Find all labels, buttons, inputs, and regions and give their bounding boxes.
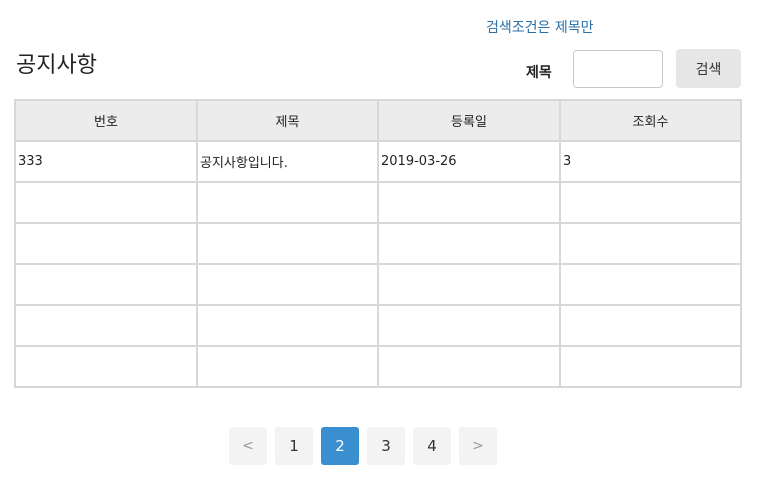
cell-number [14, 222, 198, 265]
cell-title [196, 222, 379, 265]
cell-date [377, 181, 561, 224]
cell-date [377, 304, 561, 347]
cell-date [377, 345, 561, 388]
cell-title [196, 263, 379, 306]
cell-title [196, 304, 379, 347]
cell-title[interactable]: 공지사항입니다. [196, 140, 379, 183]
page-button-3[interactable]: 3 [367, 427, 405, 465]
table-header-row: 번호 제목 등록일 조회수 [14, 99, 742, 142]
column-header-number: 번호 [14, 99, 198, 142]
cell-number [14, 304, 198, 347]
cell-views [559, 263, 742, 306]
table-row [14, 222, 742, 265]
cell-views: 3 [559, 140, 742, 183]
cell-number [14, 263, 198, 306]
cell-date [377, 222, 561, 265]
table-row [14, 263, 742, 306]
cell-date: 2019-03-26 [377, 140, 561, 183]
page-button-4[interactable]: 4 [413, 427, 451, 465]
table-row [14, 304, 742, 347]
search-button[interactable]: 검색 [676, 49, 741, 88]
table-row[interactable]: 333 공지사항입니다. 2019-03-26 3 [14, 140, 742, 183]
page-title: 공지사항 [16, 53, 97, 78]
notice-board-page: 검색조건은 제목만 공지사항 제목 검색 번호 제목 등록일 조회수 333 공… [0, 0, 758, 479]
column-header-title: 제목 [196, 99, 379, 142]
cell-views [559, 222, 742, 265]
notice-table: 번호 제목 등록일 조회수 333 공지사항입니다. 2019-03-26 3 [14, 99, 742, 388]
cell-views [559, 345, 742, 388]
cell-views [559, 304, 742, 347]
search-label: 제목 [526, 65, 552, 81]
cell-number: 333 [14, 140, 198, 183]
search-input[interactable] [573, 50, 663, 88]
cell-title [196, 345, 379, 388]
page-button-1[interactable]: 1 [275, 427, 313, 465]
cell-views [559, 181, 742, 224]
cell-number [14, 181, 198, 224]
column-header-date: 등록일 [377, 99, 561, 142]
table-row [14, 345, 742, 388]
cell-date [377, 263, 561, 306]
cell-title [196, 181, 379, 224]
pagination: < 1 2 3 4 > [229, 427, 497, 465]
next-page-button[interactable]: > [459, 427, 497, 465]
prev-page-button[interactable]: < [229, 427, 267, 465]
cell-number [14, 345, 198, 388]
table-row [14, 181, 742, 224]
page-button-2-current[interactable]: 2 [321, 427, 359, 465]
search-condition-hint: 검색조건은 제목만 [486, 20, 594, 36]
column-header-views: 조회수 [559, 99, 742, 142]
